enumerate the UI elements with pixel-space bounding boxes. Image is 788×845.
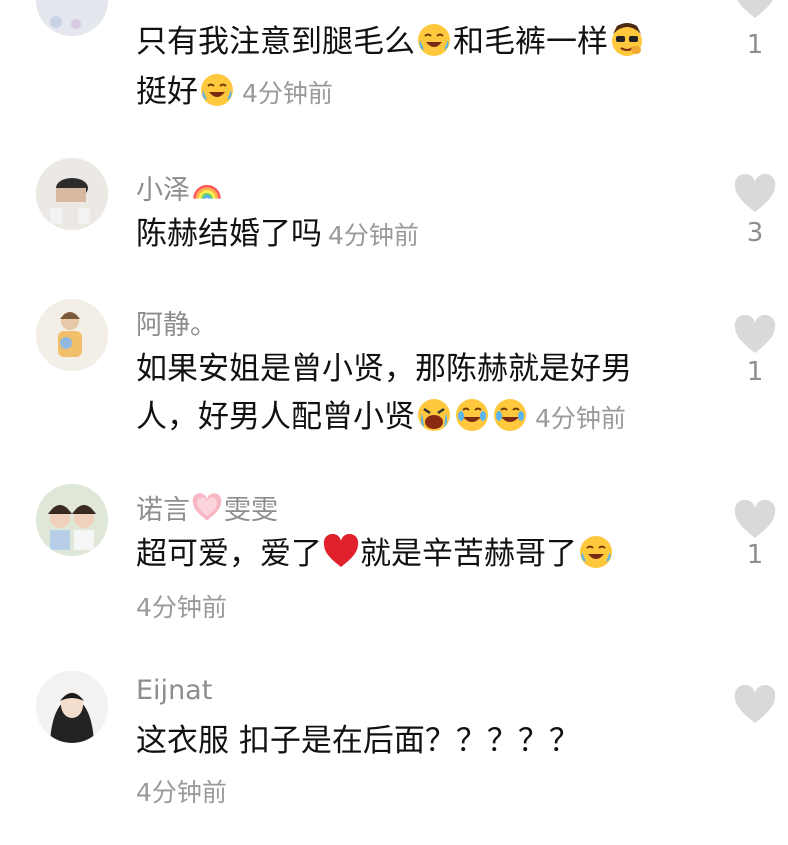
like-heart-icon[interactable]: [733, 174, 777, 214]
comment-time: 4分钟前: [136, 778, 227, 807]
like-count: 1: [746, 540, 764, 570]
red-heart-icon: [323, 534, 359, 570]
pink-heart-icon: [191, 492, 223, 524]
sunglasses-emoji-icon: [609, 22, 645, 58]
comment-text: 如果安姐是曾小贤，那陈赫就是好男: [136, 351, 632, 387]
username[interactable]: 阿静。: [136, 303, 217, 342]
comment-time: 4分钟前: [242, 79, 333, 108]
user-avatar[interactable]: [36, 299, 108, 371]
comment-item-1: 只有我注意到腿毛么 和毛裤一样 挺好 4分钟前 1: [0, 0, 788, 130]
comment-item-5: Eijnat 这衣服 扣子是在后面？？？？？ 4分钟前: [0, 665, 788, 835]
comment-text: 只有我注意到腿毛么 和毛裤一样: [136, 20, 646, 64]
user-avatar[interactable]: [36, 484, 108, 556]
crying-emoji-icon: [416, 397, 452, 433]
comment-item-4: 诺言 雯雯 超可爱，爱了 就是辛苦赫哥了 4分钟前 1: [0, 480, 788, 630]
like-heart-icon[interactable]: [733, 315, 777, 355]
username[interactable]: Eijnat: [136, 675, 212, 706]
like-count: 1: [746, 30, 764, 60]
like-count: 3: [746, 218, 764, 248]
comment-text-line2: 挺好 4分钟前: [136, 72, 333, 110]
like-heart-icon[interactable]: [733, 0, 777, 20]
like-count: 1: [746, 357, 764, 387]
like-heart-icon[interactable]: [733, 500, 777, 540]
user-avatar[interactable]: [36, 671, 108, 743]
user-avatar[interactable]: [36, 158, 108, 230]
comment-item-2: 小泽 陈赫结婚了吗 4分钟前 3: [0, 150, 788, 280]
tears-of-joy-emoji-icon: [454, 397, 490, 433]
comment-time: 4分钟前: [535, 404, 626, 433]
comment-text: 超可爱，爱了 就是辛苦赫哥了: [136, 532, 615, 576]
comment-text: 这衣服 扣子是在后面？？？？？: [136, 723, 580, 759]
like-heart-icon[interactable]: [733, 685, 777, 725]
laugh-cry-emoji-icon: [578, 534, 614, 570]
rainbow-icon: [191, 172, 223, 204]
comment-text-line2: 人，好男人配曾小贤 4分钟前: [136, 397, 626, 435]
comment-text: 陈赫结婚了吗 4分钟前: [136, 216, 419, 252]
laugh-cry-emoji-icon: [416, 22, 452, 58]
comment-time: 4分钟前: [136, 593, 227, 622]
laugh-cry-emoji-icon: [199, 72, 235, 108]
username[interactable]: 诺言 雯雯: [136, 488, 278, 527]
comment-time: 4分钟前: [328, 221, 419, 250]
username[interactable]: 小泽: [136, 168, 224, 207]
user-avatar[interactable]: [36, 0, 108, 36]
comment-item-3: 阿静。 如果安姐是曾小贤，那陈赫就是好男 人，好男人配曾小贤 4分钟前 1: [0, 295, 788, 455]
tears-of-joy-emoji-icon: [492, 397, 528, 433]
